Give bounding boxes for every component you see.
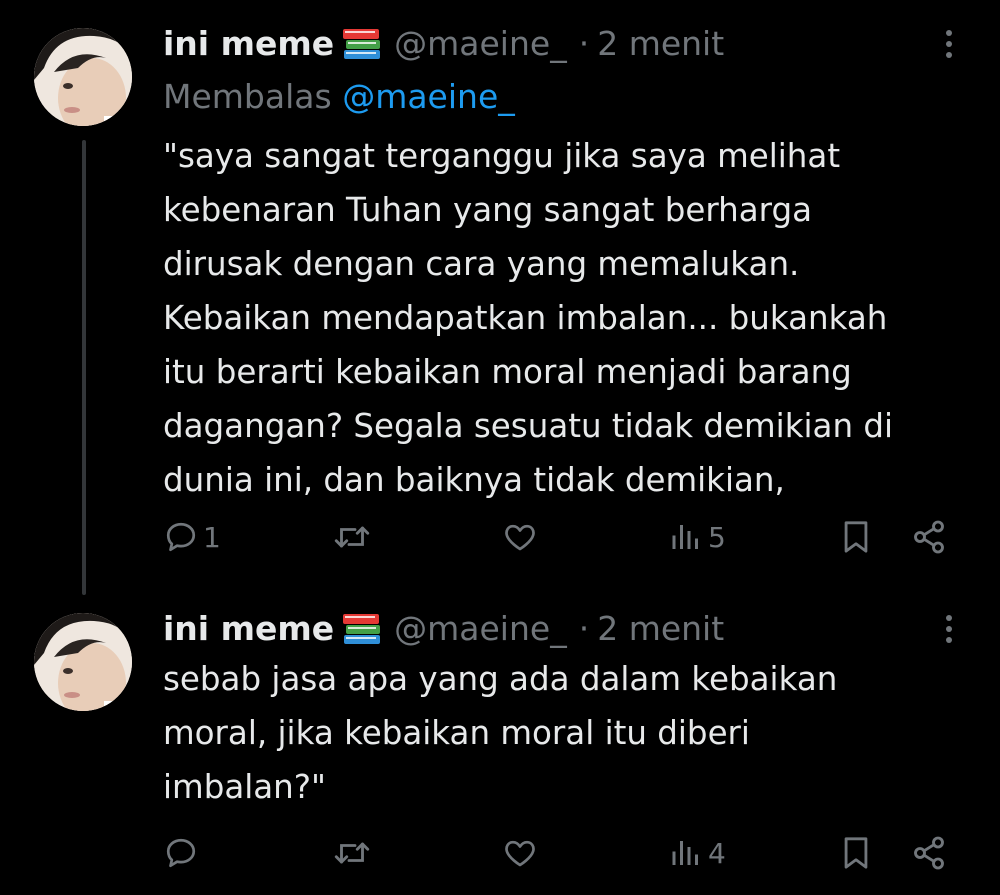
retweet-icon [334, 842, 370, 864]
like-button[interactable] [501, 833, 543, 873]
reply-icon [166, 838, 196, 868]
books-icon [340, 609, 384, 649]
views-button[interactable]: 4 [668, 833, 726, 873]
avatar-image [34, 613, 132, 711]
share-icon [914, 836, 944, 870]
share-button[interactable] [911, 833, 947, 873]
views-count: 4 [708, 836, 726, 870]
timestamp[interactable]: 2 menit [597, 607, 724, 651]
retweet-button[interactable] [331, 833, 377, 873]
reply-button[interactable] [163, 833, 203, 873]
avatar[interactable] [34, 613, 132, 711]
display-name[interactable]: ini meme [163, 607, 334, 651]
more-options-icon[interactable] [935, 607, 963, 651]
tweet-header: ini meme @maeine_ · 2 menit [163, 607, 724, 651]
tweet-actions: 4 [163, 833, 963, 873]
heart-icon [505, 840, 535, 867]
tweet[interactable]: ini meme @maeine_ · 2 menit sebab jasa a… [0, 0, 1000, 895]
user-handle[interactable]: @maeine_ [394, 607, 567, 651]
bookmark-button[interactable] [839, 833, 873, 873]
analytics-icon [672, 841, 698, 865]
tweet-text: sebab jasa apa yang ada dalam kebaikan m… [163, 660, 838, 806]
bookmark-icon [844, 837, 868, 869]
separator-dot: · [578, 609, 590, 648]
